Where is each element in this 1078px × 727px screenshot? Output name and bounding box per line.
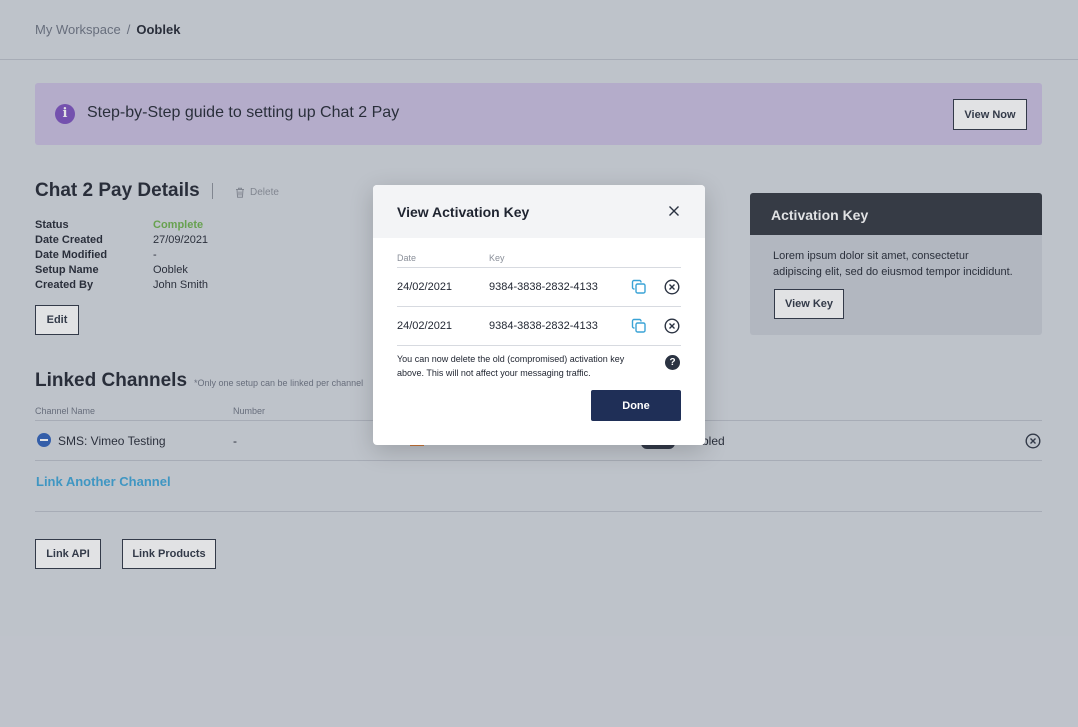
modal-header: View Activation Key [373,185,705,238]
modal-divider [397,267,681,268]
modal-note: You can now delete the old (compromised)… [397,354,625,378]
key-row-date: 24/02/2021 [397,320,453,332]
delete-key-icon[interactable] [664,279,680,295]
delete-key-icon[interactable] [664,318,680,334]
copy-icon[interactable] [631,318,647,334]
modal-title: View Activation Key [397,204,530,220]
modal-divider [397,345,681,346]
key-row-value: 9384-3838-2832-4133 [489,320,598,332]
key-row-value: 9384-3838-2832-4133 [489,281,598,293]
key-row-date: 24/02/2021 [397,281,453,293]
copy-icon[interactable] [631,279,647,295]
help-icon[interactable]: ? [665,355,680,370]
modal-column-date: Date [397,253,417,263]
modal-column-key: Key [489,253,505,263]
view-activation-key-modal: View Activation Key Date Key 24/02/2021 … [373,185,705,445]
modal-divider [397,306,681,307]
done-button[interactable]: Done [591,390,681,421]
close-icon[interactable] [667,204,681,218]
